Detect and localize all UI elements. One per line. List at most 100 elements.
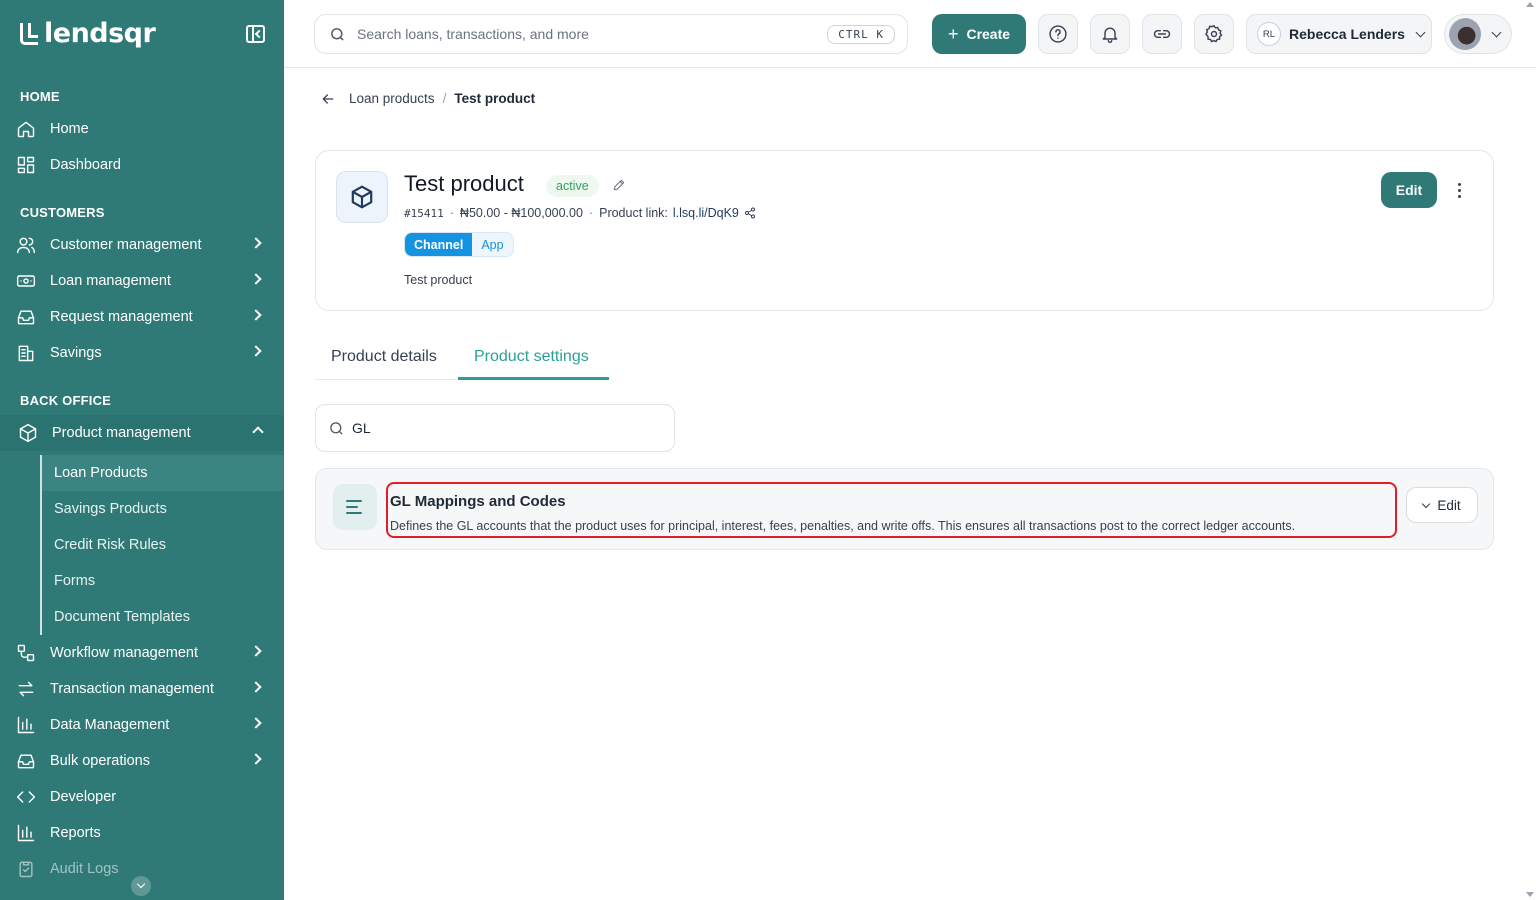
sidebar-item-reports[interactable]: Reports	[16, 817, 276, 849]
product-cube-icon	[336, 171, 388, 223]
sidebar-item-label: Data Management	[50, 717, 170, 733]
more-options-icon[interactable]	[1452, 177, 1466, 203]
logo-mark-icon	[20, 22, 38, 45]
product-link[interactable]: l.lsq.li/DqK9	[673, 206, 739, 220]
settings-search-value: GL	[352, 420, 371, 436]
scrollbar-up-arrow[interactable]	[1526, 2, 1534, 7]
settings-row-edit-label: Edit	[1437, 497, 1461, 513]
sidebar-subitem-document-templates[interactable]: Document Templates	[42, 599, 284, 635]
create-button[interactable]: + Create	[932, 14, 1026, 54]
scrollbar-down-arrow[interactable]	[1526, 892, 1534, 897]
sidebar-item-product-management[interactable]: Product management	[0, 415, 284, 451]
reports-chart-icon	[16, 823, 36, 843]
section-title-home: HOME	[20, 89, 60, 104]
plus-icon: +	[947, 24, 959, 44]
chevron-right-icon	[250, 309, 262, 321]
inbox-icon	[16, 307, 36, 327]
pencil-edit-icon[interactable]	[612, 178, 626, 192]
breadcrumb: Loan products / Test product	[321, 91, 535, 106]
lendsqr-logo[interactable]: lendsqr	[20, 18, 156, 49]
sidebar-item-label: Bulk operations	[50, 753, 150, 769]
section-title-back-office: BACK OFFICE	[20, 393, 112, 408]
sidebar-subitem-savings-products[interactable]: Savings Products	[42, 491, 284, 527]
sidebar-item-label: Customer management	[50, 237, 202, 253]
sidebar-item-label: Developer	[50, 789, 117, 805]
breadcrumb-separator: /	[442, 91, 447, 106]
users-icon	[16, 235, 36, 255]
inbox-stack-icon	[16, 751, 36, 771]
tab-product-settings[interactable]: Product settings	[474, 348, 589, 366]
bar-chart-icon	[16, 715, 36, 735]
sidebar-item-transaction-management[interactable]: Transaction management	[16, 673, 276, 705]
settings-row-edit-button[interactable]: Edit	[1406, 487, 1478, 523]
tab-product-details[interactable]: Product details	[331, 348, 437, 366]
link-icon	[1153, 29, 1171, 39]
arrows-exchange-icon	[16, 679, 36, 699]
sidebar-subitem-credit-risk-rules[interactable]: Credit Risk Rules	[42, 527, 284, 563]
sidebar-item-label: Reports	[50, 825, 101, 841]
home-icon	[16, 119, 36, 139]
channel-key: Channel	[405, 233, 473, 256]
page-title: Test product	[404, 171, 524, 196]
sidebar-item-bulk-operations[interactable]: Bulk operations	[16, 745, 276, 777]
sidebar-item-label: Transaction management	[50, 681, 214, 697]
sidebar-subitem-loan-products[interactable]: Loan Products	[42, 455, 284, 491]
settings-search-input[interactable]: GL	[315, 404, 675, 452]
edit-product-button[interactable]: Edit	[1381, 172, 1437, 208]
chevron-down-icon	[1415, 27, 1426, 37]
sidebar-item-developer[interactable]: Developer	[16, 781, 276, 813]
meta-separator-dot: ·	[449, 206, 454, 220]
search-icon	[331, 28, 344, 41]
notifications-button[interactable]	[1090, 14, 1130, 54]
sidebar-item-dashboard[interactable]: Dashboard	[16, 149, 276, 181]
sidebar-item-loan-management[interactable]: Loan management	[16, 265, 276, 297]
sidebar-item-customer-management[interactable]: Customer management	[16, 229, 276, 261]
back-arrow-icon[interactable]	[321, 92, 335, 106]
topbar: Search loans, transactions, and more CTR…	[284, 0, 1536, 68]
sidebar-item-label: Home	[50, 121, 89, 137]
sidebar-item-savings[interactable]: Savings	[16, 337, 276, 369]
chevron-right-icon	[250, 237, 262, 249]
collapse-sidebar-icon[interactable]	[246, 25, 265, 43]
product-header-card: Test product active #15411 · ₦50.00 - ₦1…	[315, 150, 1494, 311]
sidebar-item-label: Audit Logs	[50, 861, 119, 877]
settings-row-gl-mappings[interactable]: GL Mappings and Codes Defines the GL acc…	[315, 468, 1494, 550]
sidebar-item-label: Workflow management	[50, 645, 199, 661]
create-button-label: Create	[966, 26, 1011, 42]
gear-icon	[1205, 24, 1223, 43]
organization-switcher[interactable]: RL Rebecca Lenders	[1246, 14, 1432, 54]
share-icon[interactable]	[744, 207, 756, 219]
sidebar-item-home[interactable]: Home	[16, 113, 276, 145]
product-meta: #15411 · ₦50.00 - ₦100,000.00 · Product …	[404, 206, 756, 220]
sidebar-item-label: Savings	[50, 345, 102, 361]
logo-text: lendsqr	[44, 18, 156, 49]
active-tab-indicator	[458, 377, 609, 380]
settings-button[interactable]	[1194, 14, 1234, 54]
amount-range: ₦50.00 - ₦100,000.00	[459, 206, 583, 220]
search-placeholder: Search loans, transactions, and more	[357, 26, 589, 42]
breadcrumb-parent-link[interactable]: Loan products	[349, 91, 435, 106]
scroll-down-icon[interactable]	[131, 876, 151, 896]
sidebar: lendsqr HOME Home Dashboard CUSTOMERS Cu…	[0, 0, 284, 900]
clipboard-icon	[16, 859, 36, 879]
help-button[interactable]	[1038, 14, 1078, 54]
product-id: #15411	[404, 206, 444, 220]
user-name: Rebecca Lenders	[1289, 26, 1405, 42]
links-button[interactable]	[1142, 14, 1182, 54]
sidebar-item-label: Dashboard	[50, 157, 121, 173]
global-search-input[interactable]: Search loans, transactions, and more CTR…	[314, 14, 908, 54]
user-initials-avatar: RL	[1257, 22, 1281, 46]
sidebar-subitem-forms[interactable]: Forms	[42, 563, 284, 599]
chevron-right-icon	[250, 717, 262, 729]
sidebar-item-request-management[interactable]: Request management	[16, 301, 276, 333]
settings-row-description: Defines the GL accounts that the product…	[390, 519, 1296, 533]
sidebar-item-workflow-management[interactable]: Workflow management	[16, 637, 276, 669]
profile-menu-button[interactable]	[1444, 14, 1512, 54]
sidebar-item-label: Loan management	[50, 273, 171, 289]
align-left-icon	[333, 484, 377, 530]
sidebar-item-data-management[interactable]: Data Management	[16, 709, 276, 741]
savings-building-icon	[16, 343, 36, 363]
chevron-up-icon	[252, 426, 264, 438]
product-submenu: Loan Products Savings Products Credit Ri…	[40, 455, 284, 635]
settings-row-title: GL Mappings and Codes	[390, 493, 566, 510]
